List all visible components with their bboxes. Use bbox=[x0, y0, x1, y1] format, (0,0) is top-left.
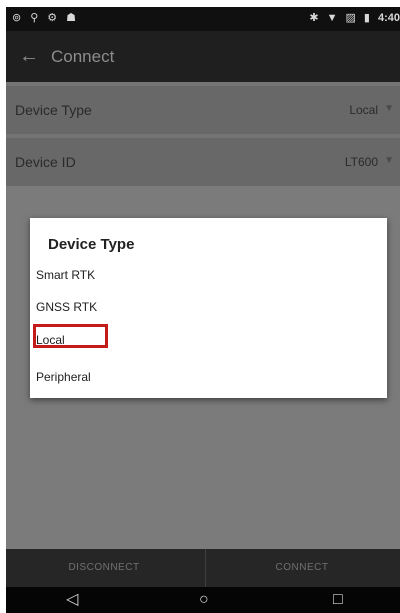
bluetooth-icon: ✱ bbox=[309, 12, 319, 24]
device-type-value: Local bbox=[349, 103, 378, 117]
option-peripheral[interactable]: Peripheral bbox=[36, 366, 336, 388]
bottom-action-bar: DISCONNECT CONNECT bbox=[6, 549, 400, 587]
status-bar: ⊚ ⚲ ⚙ ☗ ✱ ▼ ▨ ▮ 4:40 bbox=[6, 7, 400, 31]
status-time: 4:40 bbox=[377, 12, 400, 24]
device-type-dialog: Device Type Smart RTK GNSS RTK Local Per… bbox=[30, 218, 387, 398]
status-left-icons: ⊚ ⚲ ⚙ ☗ bbox=[12, 12, 76, 25]
page-title: Connect bbox=[51, 47, 115, 66]
nav-recents-icon[interactable]: □ bbox=[333, 589, 343, 611]
battery-icon: ▮ bbox=[363, 12, 370, 24]
usb-icon: ⚲ bbox=[30, 12, 39, 24]
navigation-bar: ◁ ○ □ bbox=[6, 587, 400, 613]
app-bar: ← Connect bbox=[6, 31, 400, 82]
wifi-icon: ▼ bbox=[326, 12, 338, 24]
nav-back-icon[interactable]: ◁ bbox=[66, 589, 78, 611]
device-type-row[interactable]: Device Type Local ▼ bbox=[6, 86, 400, 134]
back-arrow-icon[interactable]: ← bbox=[19, 44, 39, 68]
option-gnss-rtk[interactable]: GNSS RTK bbox=[36, 296, 336, 318]
device-id-row[interactable]: Device ID LT600 ▼ bbox=[6, 138, 400, 186]
notification-icon: ⊚ bbox=[12, 12, 22, 24]
connect-button[interactable]: CONNECT bbox=[204, 549, 400, 587]
status-right-icons: ✱ ▼ ▨ ▮ 4:40 bbox=[309, 12, 400, 25]
signal-icon: ⚙ bbox=[47, 12, 58, 24]
dropdown-arrow-icon: ▼ bbox=[384, 103, 394, 114]
android-icon: ☗ bbox=[66, 12, 77, 24]
highlight-box bbox=[33, 324, 108, 348]
device-screen: ⊚ ⚲ ⚙ ☗ ✱ ▼ ▨ ▮ 4:40 ← Connect Device Ty… bbox=[6, 7, 400, 613]
nav-home-icon[interactable]: ○ bbox=[199, 589, 209, 611]
dropdown-arrow-icon: ▼ bbox=[384, 155, 394, 166]
dialog-title: Device Type bbox=[48, 236, 135, 253]
disconnect-button[interactable]: DISCONNECT bbox=[6, 549, 202, 587]
device-type-label: Device Type bbox=[15, 102, 92, 118]
device-id-value: LT600 bbox=[344, 155, 378, 169]
sim-icon: ▨ bbox=[345, 12, 356, 24]
option-smart-rtk[interactable]: Smart RTK bbox=[36, 264, 336, 286]
device-id-label: Device ID bbox=[15, 154, 76, 170]
